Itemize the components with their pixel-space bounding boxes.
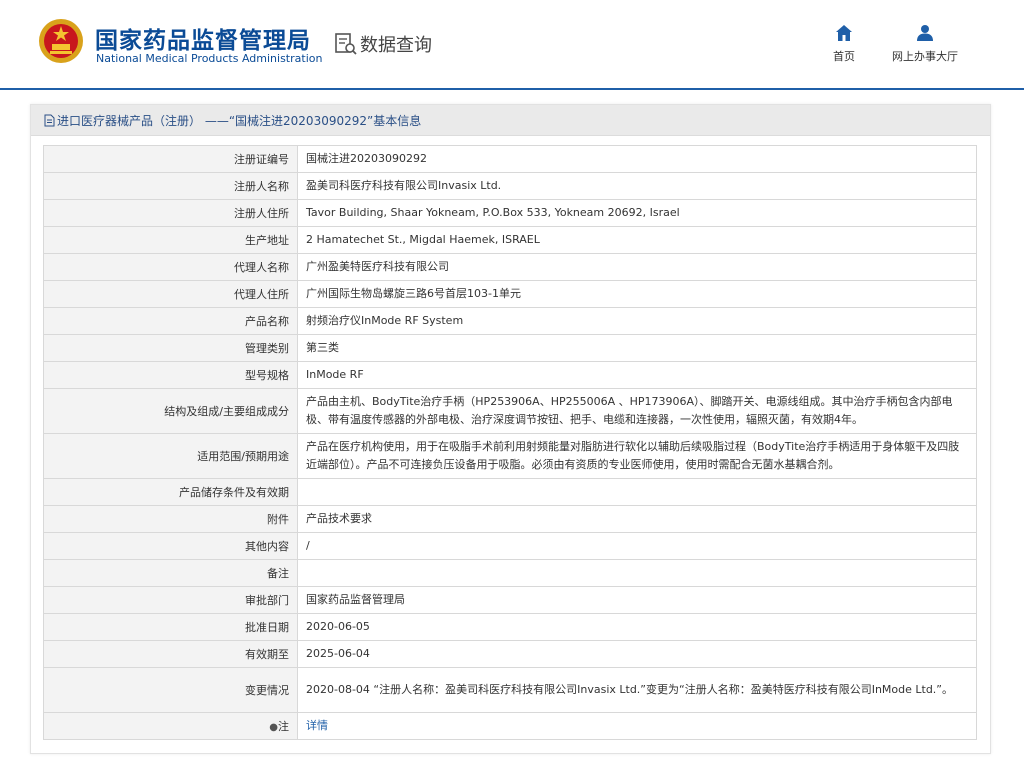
- field-value: 2020-06-05: [297, 613, 977, 641]
- panel-title: 进口医疗器械产品（注册） ——“国械注进20203090292”基本信息: [57, 113, 422, 128]
- table-row: 代理人名称 广州盈美特医疗科技有限公司: [43, 253, 977, 281]
- table-row: 附件 产品技术要求: [43, 505, 977, 533]
- field-value: Tavor Building, Shaar Yokneam, P.O.Box 5…: [297, 199, 977, 227]
- field-value: 产品技术要求: [297, 505, 977, 533]
- field-label: 注册人住所: [43, 199, 298, 227]
- field-label: 注册证编号: [43, 145, 298, 173]
- table-row: 注册人名称 盈美司科医疗科技有限公司Invasix Ltd.: [43, 172, 977, 200]
- bulb-icon: ●: [269, 722, 278, 733]
- field-label: 有效期至: [43, 640, 298, 668]
- table-row: 产品名称 射频治疗仪InMode RF System: [43, 307, 977, 335]
- table-row: 型号规格 InMode RF: [43, 361, 977, 389]
- field-value: 详情: [297, 712, 977, 740]
- field-value: 盈美司科医疗科技有限公司Invasix Ltd.: [297, 172, 977, 200]
- field-label: 附件: [43, 505, 298, 533]
- user-icon: [917, 25, 933, 41]
- details-link[interactable]: 详情: [306, 719, 328, 732]
- field-label: 代理人名称: [43, 253, 298, 281]
- nav-home-label: 首页: [833, 50, 855, 63]
- field-value: 国家药品监督管理局: [297, 586, 977, 614]
- panel-header: 进口医疗器械产品（注册） ——“国械注进20203090292”基本信息: [31, 105, 990, 136]
- table-row: 其他内容 /: [43, 532, 977, 560]
- field-value: [297, 478, 977, 506]
- field-label: 其他内容: [43, 532, 298, 560]
- brand-name-en: National Medical Products Administration: [96, 52, 323, 65]
- document-search-icon: [335, 33, 357, 55]
- field-label: 型号规格: [43, 361, 298, 389]
- table-row: 结构及组成/主要组成成分 产品由主机、BodyTite治疗手柄（HP253906A…: [43, 388, 977, 434]
- brand-name-cn: 国家药品监督管理局: [95, 28, 311, 54]
- info-table: 注册证编号 国械注进20203090292 注册人名称 盈美司科医疗科技有限公司In…: [43, 145, 977, 740]
- table-row: 有效期至 2025-06-04: [43, 640, 977, 668]
- table-row: 生产地址 2 Hamatechet St., Migdal Haemek, ISR…: [43, 226, 977, 254]
- field-label: 备注: [43, 559, 298, 587]
- table-row: ●注 详情: [43, 712, 977, 740]
- field-value: InMode RF: [297, 361, 977, 389]
- field-label: 变更情况: [43, 667, 298, 713]
- field-label: ●注: [43, 712, 298, 740]
- document-icon: [44, 114, 55, 126]
- field-value: 国械注进20203090292: [297, 145, 977, 173]
- table-row: 代理人住所 广州国际生物岛螺旋三路6号首层103-1单元: [43, 280, 977, 308]
- header-divider: [0, 88, 1024, 90]
- table-row: 批准日期 2020-06-05: [43, 613, 977, 641]
- field-value: 广州盈美特医疗科技有限公司: [297, 253, 977, 281]
- field-label: 审批部门: [43, 586, 298, 614]
- field-label: 代理人住所: [43, 280, 298, 308]
- nav-online-hall-label: 网上办事大厅: [892, 50, 958, 63]
- table-row: 产品储存条件及有效期: [43, 478, 977, 506]
- data-query-title: 数据查询: [334, 31, 432, 57]
- field-label: 产品名称: [43, 307, 298, 335]
- data-query-label: 数据查询: [360, 35, 432, 56]
- field-value: 2025-06-04: [297, 640, 977, 668]
- field-label: 产品储存条件及有效期: [43, 478, 298, 506]
- note-label: 注: [278, 720, 289, 733]
- detail-panel: 进口医疗器械产品（注册） ——“国械注进20203090292”基本信息 注册证…: [30, 104, 991, 754]
- national-emblem-logo: [39, 19, 83, 63]
- field-label: 注册人名称: [43, 172, 298, 200]
- table-row: 注册人住所 Tavor Building, Shaar Yokneam, P.O.…: [43, 199, 977, 227]
- table-row: 备注: [43, 559, 977, 587]
- field-value: 广州国际生物岛螺旋三路6号首层103-1单元: [297, 280, 977, 308]
- field-label: 适用范围/预期用途: [43, 433, 298, 479]
- field-value: 2020-08-04 “注册人名称：盈美司科医疗科技有限公司Invasix Lt…: [297, 667, 977, 713]
- field-value: 产品由主机、BodyTite治疗手柄（HP253906A、HP255006A 、…: [297, 388, 977, 434]
- nav-home-button[interactable]: 首页: [826, 24, 862, 64]
- table-row: 管理类别 第三类: [43, 334, 977, 362]
- field-value: [297, 559, 977, 587]
- field-label: 批准日期: [43, 613, 298, 641]
- field-value: 2 Hamatechet St., Migdal Haemek, ISRAEL: [297, 226, 977, 254]
- field-value: /: [297, 532, 977, 560]
- site-header: 国家药品监督管理局 National Medical Products Admi…: [0, 0, 1024, 88]
- table-row: 变更情况 2020-08-04 “注册人名称：盈美司科医疗科技有限公司Invasi…: [43, 667, 977, 713]
- table-row: 注册证编号 国械注进20203090292: [43, 145, 977, 173]
- table-row: 适用范围/预期用途 产品在医疗机构使用，用于在吸脂手术前利用射频能量对脂肪进行软化…: [43, 433, 977, 479]
- nav-online-hall-button[interactable]: 网上办事大厅: [889, 24, 961, 64]
- home-icon: [836, 25, 852, 41]
- field-label: 结构及组成/主要组成成分: [43, 388, 298, 434]
- field-label: 生产地址: [43, 226, 298, 254]
- field-value: 第三类: [297, 334, 977, 362]
- field-label: 管理类别: [43, 334, 298, 362]
- field-value: 射频治疗仪InMode RF System: [297, 307, 977, 335]
- field-value: 产品在医疗机构使用，用于在吸脂手术前利用射频能量对脂肪进行软化以辅助后续吸脂过程…: [297, 433, 977, 479]
- table-row: 审批部门 国家药品监督管理局: [43, 586, 977, 614]
